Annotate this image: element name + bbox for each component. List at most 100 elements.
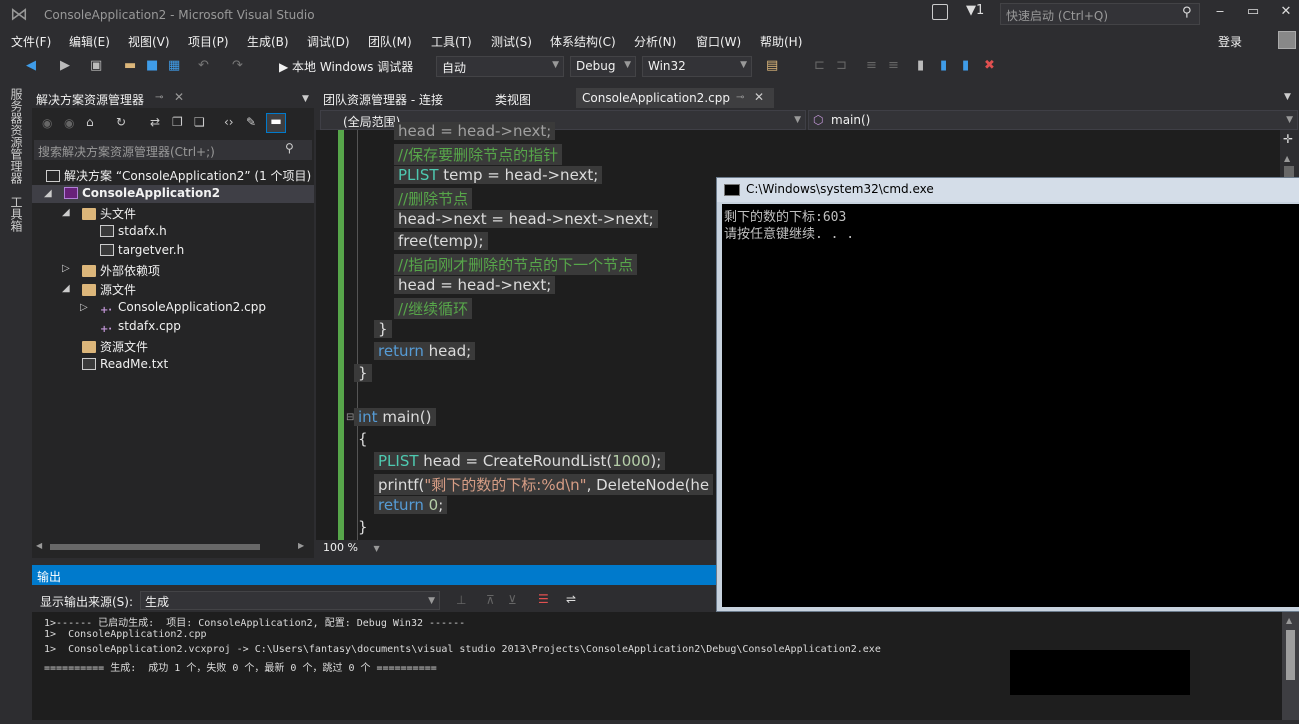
menu-edit[interactable]: 编辑(E) xyxy=(69,33,110,50)
feedback-flag-icon[interactable]: ▼1 xyxy=(966,3,984,18)
member-select[interactable]: ⬡ main() ▼ xyxy=(808,110,1298,130)
output-source-select[interactable]: 生成 ▼ xyxy=(140,591,440,610)
zoom-level[interactable]: 100 % ▼ xyxy=(323,541,380,554)
menu-view[interactable]: 视图(V) xyxy=(128,33,170,50)
next-message-icon[interactable]: ⊻ xyxy=(508,593,517,607)
menu-file[interactable]: 文件(F) xyxy=(11,33,51,50)
tree-item-header-files[interactable]: 头文件 xyxy=(82,205,136,222)
console-output[interactable] xyxy=(722,204,1299,607)
notification-icon[interactable] xyxy=(932,4,948,20)
menu-team[interactable]: 团队(M) xyxy=(368,33,412,50)
menu-build[interactable]: 生成(B) xyxy=(247,33,289,50)
expand-arrow-icon[interactable]: ◢ xyxy=(62,283,70,294)
expand-arrow-icon[interactable]: ◢ xyxy=(62,207,70,218)
tree-item-stdafx-cpp[interactable]: +‧ stdafx.cpp xyxy=(100,319,181,336)
preview-selected-icon[interactable]: ▬ xyxy=(266,113,286,133)
quick-launch-input[interactable]: 快速启动 (Ctrl+Q) xyxy=(1000,3,1200,25)
new-project-icon[interactable]: ▣ xyxy=(90,58,102,73)
build-configuration-select[interactable]: Debug ▼ xyxy=(570,56,636,77)
toolbox-tab[interactable]: 工具箱 xyxy=(8,196,25,232)
tree-item-project[interactable]: ConsoleApplication2 xyxy=(64,186,220,200)
sync-icon[interactable]: ⇄ xyxy=(150,115,160,129)
word-wrap-icon[interactable]: ⇌ xyxy=(566,592,576,606)
next-bookmark-icon[interactable]: ▮ xyxy=(962,58,969,73)
tree-item-source-files[interactable]: 源文件 xyxy=(82,281,136,298)
scroll-right-icon[interactable]: ▶ xyxy=(298,541,304,550)
menu-project[interactable]: 项目(P) xyxy=(188,33,229,50)
tree-item-main-cpp[interactable]: +‧ ConsoleApplication2.cpp xyxy=(100,300,266,317)
tree-item-external-deps[interactable]: 外部依赖项 xyxy=(82,262,160,279)
tab-class-view[interactable]: 类视图 xyxy=(495,91,531,108)
platform-select[interactable]: Win32 ▼ xyxy=(642,56,752,77)
clear-bookmarks-icon[interactable]: ✖ xyxy=(984,58,995,73)
tab-dropdown-icon[interactable]: ▼ xyxy=(1284,92,1291,102)
collapse-all-icon[interactable]: ❐ xyxy=(172,115,183,129)
align-icon[interactable]: ⊐ xyxy=(836,58,847,73)
scroll-up-icon[interactable]: ▲ xyxy=(1284,154,1290,163)
tab-main-cpp[interactable]: ConsoleApplication2.cpp ⊸ ✕ xyxy=(576,88,774,108)
save-all-icon[interactable]: ▦ xyxy=(168,58,180,73)
scroll-left-icon[interactable]: ◀ xyxy=(36,541,42,550)
menu-tools[interactable]: 工具(T) xyxy=(431,33,472,50)
tree-item-targetver-h[interactable]: targetver.h xyxy=(100,243,184,257)
tree-item-solution[interactable]: 解决方案 “ConsoleApplication2” (1 个项目) xyxy=(46,167,311,184)
close-icon[interactable]: ✕ xyxy=(174,90,184,104)
menu-architecture[interactable]: 体系结构(C) xyxy=(550,33,616,50)
collapse-arrow-icon[interactable]: ▷ xyxy=(62,263,70,274)
pending-changes-icon[interactable]: ↻ xyxy=(116,115,126,129)
properties-icon[interactable]: ✎ xyxy=(246,115,256,129)
scroll-up-icon[interactable]: ▲ xyxy=(1286,616,1292,625)
close-button[interactable]: ✕ xyxy=(1276,4,1296,19)
back-icon[interactable]: ◉ xyxy=(42,116,52,130)
menu-analyze[interactable]: 分析(N) xyxy=(634,33,676,50)
solution-search-input[interactable]: 搜索解决方案资源管理器(Ctrl+;) xyxy=(34,140,312,160)
horizontal-scrollbar[interactable]: ◀ ▶ xyxy=(36,541,306,552)
scroll-thumb[interactable] xyxy=(1286,630,1295,680)
server-explorer-tab[interactable]: 服务器资源管理器 xyxy=(8,88,25,184)
close-icon[interactable]: ✕ xyxy=(754,90,764,104)
output-vertical-scrollbar[interactable]: ▲ xyxy=(1282,612,1299,720)
show-all-files-icon[interactable]: ❏ xyxy=(194,115,205,129)
menu-window[interactable]: 窗口(W) xyxy=(696,33,741,50)
uncomment-icon[interactable]: ≡ xyxy=(888,58,899,73)
bookmark-icon[interactable]: ▮ xyxy=(917,58,924,73)
tree-item-readme[interactable]: ReadMe.txt xyxy=(82,357,168,371)
expand-arrow-icon[interactable]: ◢ xyxy=(44,188,52,199)
scope-select[interactable]: (全局范围) ▼ xyxy=(320,110,806,130)
split-icon[interactable]: ✛ xyxy=(1283,132,1293,146)
go-to-error-icon[interactable]: ⊥ xyxy=(456,593,466,607)
clear-all-icon[interactable]: ☰ xyxy=(538,592,549,606)
tree-item-resource-files[interactable]: 资源文件 xyxy=(82,338,148,355)
forward-icon[interactable]: ▶ xyxy=(60,58,70,73)
menu-test[interactable]: 测试(S) xyxy=(491,33,532,50)
open-file-icon[interactable]: ▬ xyxy=(124,58,136,73)
tree-item-stdafx-h[interactable]: stdafx.h xyxy=(100,224,167,238)
comment-icon[interactable]: ≡ xyxy=(866,58,877,73)
forward-icon[interactable]: ◉ xyxy=(64,116,74,130)
menu-debug[interactable]: 调试(D) xyxy=(307,33,350,50)
save-icon[interactable]: ■ xyxy=(146,58,158,73)
pin-icon[interactable]: ⊸ xyxy=(736,92,744,103)
find-in-files-icon[interactable]: ▤ xyxy=(766,58,778,73)
scroll-thumb[interactable] xyxy=(50,544,260,550)
menu-help[interactable]: 帮助(H) xyxy=(760,33,802,50)
prev-bookmark-icon[interactable]: ▮ xyxy=(940,58,947,73)
pin-icon[interactable]: ⊸ xyxy=(155,92,163,103)
minimize-button[interactable]: ‒ xyxy=(1210,4,1230,19)
prev-message-icon[interactable]: ⊼ xyxy=(486,593,495,607)
start-debug-button[interactable]: ▶ 本地 Windows 调试器 xyxy=(279,58,413,75)
home-icon[interactable]: ⌂ xyxy=(86,115,94,129)
maximize-button[interactable]: ▭ xyxy=(1243,4,1263,19)
chevron-down-icon[interactable]: ▼ xyxy=(302,94,309,104)
solution-configuration-select[interactable]: 自动 ▼ xyxy=(436,56,564,77)
avatar[interactable] xyxy=(1278,31,1296,49)
tab-team-explorer[interactable]: 团队资源管理器 - 连接 xyxy=(323,91,443,108)
back-icon[interactable]: ◀ xyxy=(26,58,36,73)
search-icon[interactable]: ⚲ xyxy=(285,141,294,155)
sign-in-link[interactable]: 登录 xyxy=(1218,33,1242,50)
redo-icon[interactable]: ↷ xyxy=(232,58,243,73)
undo-icon[interactable]: ↶ xyxy=(198,58,209,73)
view-code-icon[interactable]: ‹› xyxy=(224,115,234,129)
collapse-arrow-icon[interactable]: ▷ xyxy=(80,302,88,313)
align-left-icon[interactable]: ⊏ xyxy=(814,58,825,73)
